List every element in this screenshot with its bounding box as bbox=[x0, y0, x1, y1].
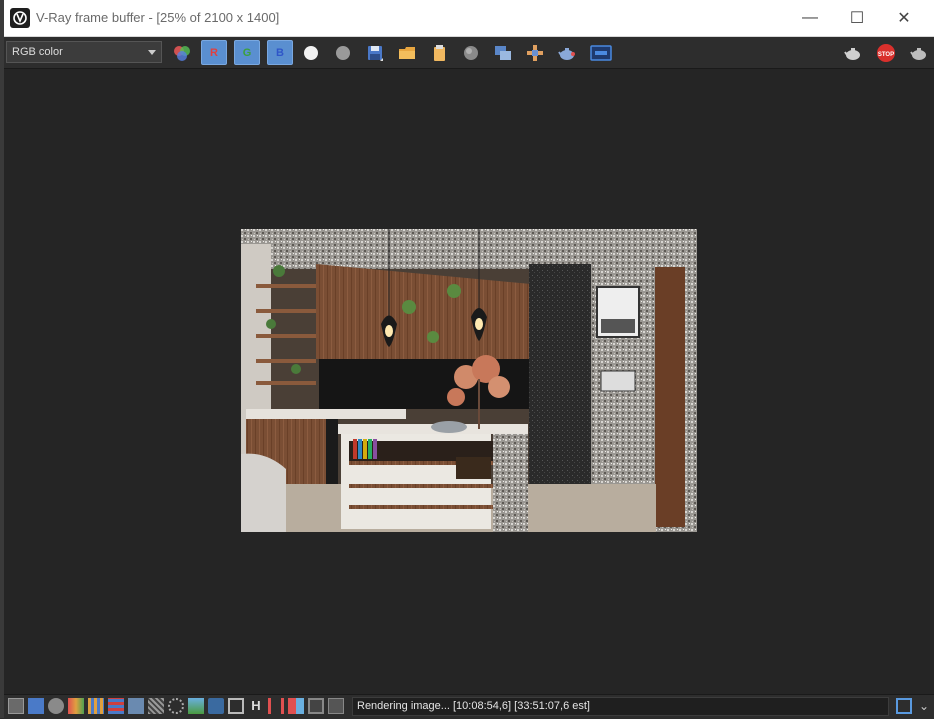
minimize-button[interactable]: — bbox=[787, 4, 833, 32]
sample-icon[interactable] bbox=[328, 698, 344, 714]
gray-circle-icon bbox=[336, 45, 350, 60]
color-mode-button[interactable] bbox=[169, 40, 195, 65]
channel-select[interactable]: RGB color bbox=[6, 41, 162, 63]
rendered-image bbox=[241, 229, 697, 532]
clipboard-icon bbox=[434, 44, 445, 61]
stop-label: STOP bbox=[878, 52, 894, 58]
region-render-button[interactable] bbox=[522, 40, 548, 65]
render-last-button[interactable] bbox=[554, 40, 580, 65]
copy-windows-icon bbox=[495, 45, 511, 60]
maximize-button[interactable]: ☐ bbox=[834, 4, 880, 32]
display-corrections-button[interactable] bbox=[588, 40, 614, 65]
render-interactive-button[interactable] bbox=[840, 40, 866, 65]
duplicate-to-mtl-button[interactable] bbox=[490, 40, 516, 65]
save-image-button[interactable] bbox=[362, 40, 388, 65]
info-icon[interactable] bbox=[48, 698, 64, 714]
lens-effects-icon[interactable] bbox=[148, 698, 164, 714]
channels-icon[interactable] bbox=[108, 698, 124, 714]
sphere-icon bbox=[464, 45, 478, 60]
red-channel-toggle[interactable]: R bbox=[201, 40, 227, 65]
vray-logo-icon bbox=[10, 8, 30, 28]
teapot-icon bbox=[558, 47, 575, 60]
monitor-icon bbox=[590, 44, 612, 61]
load-image-button[interactable] bbox=[394, 40, 420, 65]
chevron-down-icon bbox=[148, 50, 156, 55]
compare-icon[interactable] bbox=[228, 698, 244, 714]
rgb-circles-icon bbox=[174, 45, 190, 61]
window-title: V-Ray frame buffer - [25% of 2100 x 1400… bbox=[36, 10, 280, 25]
layers-icon[interactable] bbox=[28, 698, 44, 714]
v-split-icon[interactable] bbox=[268, 698, 284, 714]
status-message-field: Rendering image... [10:08:54,6] [33:51:0… bbox=[352, 697, 889, 716]
teapot-icon bbox=[844, 47, 860, 60]
close-button[interactable]: ✕ bbox=[881, 4, 927, 32]
ab-compare-icon[interactable] bbox=[288, 698, 304, 714]
status-bar: H Rendering image... [10:08:54,6] [33:51… bbox=[4, 694, 934, 719]
monochrome-button[interactable] bbox=[330, 40, 356, 65]
curve-icon[interactable] bbox=[208, 698, 224, 714]
history-icon[interactable] bbox=[8, 698, 24, 714]
title-bar[interactable]: V-Ray frame buffer - [25% of 2100 x 1400… bbox=[4, 0, 934, 37]
vray-frame-buffer-window: V-Ray frame buffer - [25% of 2100 x 1400… bbox=[4, 0, 934, 719]
white-circle-icon bbox=[304, 45, 318, 60]
stop-render-button[interactable]: STOP bbox=[873, 40, 899, 65]
stop-icon: STOP bbox=[877, 43, 895, 62]
green-channel-toggle[interactable]: G bbox=[234, 40, 260, 65]
folder-icon bbox=[399, 46, 415, 59]
window-layout-icon[interactable] bbox=[896, 698, 912, 714]
lut-icon[interactable] bbox=[88, 698, 104, 714]
teapot-icon bbox=[910, 47, 926, 60]
h-split-icon[interactable]: H bbox=[248, 698, 264, 714]
track-mouse-button[interactable] bbox=[458, 40, 484, 65]
white-alpha-button[interactable] bbox=[298, 40, 324, 65]
histogram-icon[interactable] bbox=[128, 698, 144, 714]
channel-select-value: RGB color bbox=[12, 46, 63, 58]
chevron-down-icon[interactable]: ⌄ bbox=[916, 698, 932, 714]
render-button[interactable] bbox=[906, 40, 932, 65]
floppy-disk-icon bbox=[368, 45, 383, 61]
toolbar: RGB color R G B STOP bbox=[4, 37, 934, 69]
region-cross-icon bbox=[527, 44, 543, 61]
dither-icon[interactable] bbox=[168, 698, 184, 714]
status-text: Rendering image... [10:08:54,6] [33:51:0… bbox=[357, 700, 590, 712]
pixel-info-icon[interactable] bbox=[308, 698, 324, 714]
background-image-icon[interactable] bbox=[188, 698, 204, 714]
clear-image-button[interactable] bbox=[426, 40, 452, 65]
color-corrections-icon[interactable] bbox=[68, 698, 84, 714]
kitchen-render-picture bbox=[241, 229, 697, 532]
image-viewport[interactable] bbox=[4, 69, 934, 694]
blue-channel-toggle[interactable]: B bbox=[267, 40, 293, 65]
